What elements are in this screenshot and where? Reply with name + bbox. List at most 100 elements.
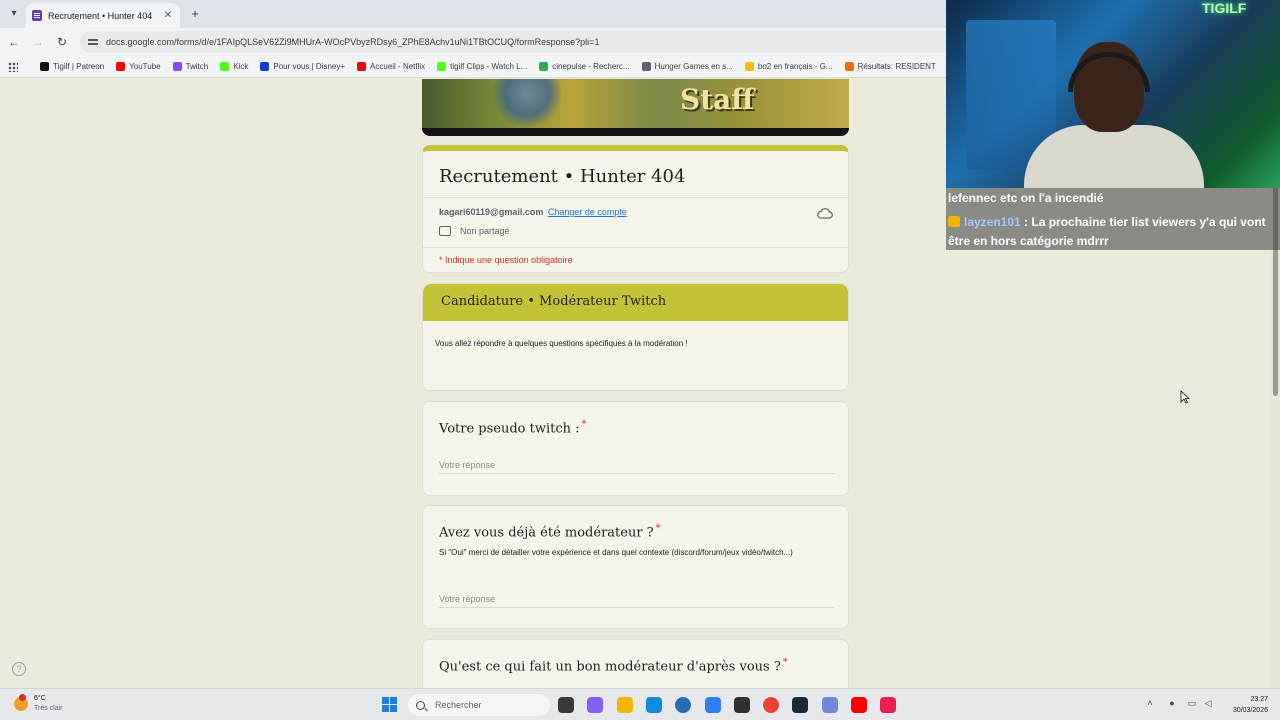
switch-account-link[interactable]: Changer de compte — [548, 207, 627, 217]
answer-input-twitch-name[interactable] — [439, 456, 834, 474]
section-title: Candidature • Modérateur Twitch — [441, 294, 667, 309]
vscode-app-icon[interactable] — [704, 697, 721, 713]
bookmark-favicon-icon — [539, 62, 549, 71]
streamer-figure — [1024, 30, 1204, 188]
search-icon — [416, 700, 425, 710]
edge-app-icon[interactable] — [645, 697, 662, 713]
steam-app-icon[interactable] — [792, 697, 809, 713]
back-arrow-icon[interactable]: ← — [6, 34, 22, 50]
bookmark-item[interactable]: Accueil - Netflix — [357, 62, 425, 71]
weather-icon — [14, 694, 28, 711]
bookmark-favicon-icon — [844, 62, 854, 71]
bookmark-item[interactable]: tigilf Clips - Watch L... — [437, 62, 527, 71]
not-shared-label: Non partagé — [460, 226, 510, 236]
mouse-cursor-icon — [1180, 390, 1190, 404]
tab-search-chevron-icon[interactable]: ▾ — [6, 6, 22, 22]
question-card-good-moderator: Qu'est ce qui fait un bon modérateur d'a… — [422, 639, 849, 688]
browser-toolbar: ← → ↻ docs.google.com/forms/d/e/1FAIpQLS… — [0, 28, 946, 56]
weather-temp: 6°C — [34, 695, 46, 702]
bookmark-item[interactable]: Résultats: RESIDENT — [844, 62, 936, 71]
discord-app-icon[interactable] — [821, 697, 838, 713]
bookmark-item[interactable]: Twitch — [172, 62, 209, 71]
bookmark-label: YouTube — [129, 62, 161, 71]
close-icon[interactable]: ✕ — [162, 10, 174, 21]
browser-tabstrip: ▾ Recrutement • Hunter 404 ✕ + — [0, 0, 946, 28]
bookmark-item[interactable]: Kick — [220, 62, 248, 71]
not-shared-line: Non partagé — [439, 226, 510, 236]
folder-app-icon[interactable] — [616, 697, 633, 713]
bookmark-favicon-icon — [220, 62, 230, 71]
url-text: docs.google.com/forms/d/e/1FAIpQLSeV62Zi… — [106, 37, 600, 47]
section-card: Candidature • Modérateur Twitch Vous all… — [422, 283, 849, 391]
clock-date: 30/03/2026 — [1232, 707, 1268, 714]
weather-widget[interactable]: 6°C Très clair — [14, 694, 63, 714]
bookmark-favicon-icon — [40, 62, 49, 71]
bookmark-favicon-icon — [357, 62, 367, 71]
bookmark-label: Twitch — [185, 62, 209, 71]
taskbar-search[interactable]: Rechercher — [408, 694, 550, 716]
forward-arrow-icon[interactable]: → — [30, 34, 46, 50]
divider — [423, 247, 848, 248]
bookmark-label: bo2 en français - G... — [757, 62, 833, 71]
copilot-app-icon[interactable] — [587, 697, 604, 713]
cloud-saved-icon — [817, 208, 833, 219]
bookmark-item[interactable]: YouTube — [116, 62, 161, 71]
site-info-icon[interactable] — [88, 37, 98, 47]
required-note: * Indique une question obligatoire — [439, 255, 573, 265]
file-explorer-app-icon[interactable] — [558, 697, 574, 713]
bookmark-item[interactable]: Tigilf | Patreon — [40, 62, 104, 71]
reload-icon[interactable]: ↻ — [54, 34, 70, 50]
form-header-banner: Staff — [422, 79, 849, 136]
taskbar-search-placeholder: Rechercher — [435, 700, 482, 710]
bookmark-label: tigilf Clips - Watch L... — [450, 62, 528, 71]
answer-input-experience[interactable] — [439, 590, 834, 608]
not-shared-icon — [439, 226, 451, 236]
google-forms-icon — [32, 10, 42, 21]
bookmark-item[interactable]: Hunger Games en s... — [641, 62, 733, 71]
weather-condition: Très clair — [34, 705, 63, 712]
required-asterisk: * — [782, 657, 788, 668]
required-asterisk: * — [655, 523, 661, 534]
chat-username: layzen101 — [964, 215, 1021, 229]
bookmark-favicon-icon — [172, 62, 182, 71]
streamer-body — [1024, 125, 1204, 188]
webcam-overlay: TIGILF — [946, 0, 1280, 188]
question-card-moderator-experience: Avez vous déjà été modérateur ? * Si "Oui… — [422, 505, 849, 629]
bookmark-label: Hunger Games en s... — [654, 62, 733, 71]
bookmark-item[interactable]: bo2 en français - G... — [744, 62, 833, 71]
network-icon[interactable]: ▭ — [1186, 698, 1198, 709]
chevron-up-icon[interactable]: ˄ — [1144, 698, 1156, 708]
volume-icon[interactable]: ◁ — [1202, 698, 1214, 709]
tiktok-app-icon[interactable] — [880, 697, 897, 713]
address-bar[interactable]: docs.google.com/forms/d/e/1FAIpQLSeV62Zi… — [80, 31, 946, 53]
section-description: Vous allez répondre à quelques questions… — [435, 339, 688, 348]
bookmark-item[interactable]: Pour vous | Disney+ — [260, 62, 345, 71]
bookmark-label: Accueil - Netflix — [370, 62, 426, 71]
tab-active[interactable]: Recrutement • Hunter 404 ✕ — [26, 3, 180, 28]
bookmark-item[interactable]: cinepulse - Recherc... — [539, 62, 630, 71]
windows-taskbar: 6°C Très clair Rechercher ˄ ● ▭ ◁ 23:27 … — [0, 688, 1280, 720]
bookmark-label: Résultats: RESIDENT — [857, 62, 936, 71]
neon-sign: TIGILF — [1202, 0, 1247, 16]
microphone-icon[interactable]: ● — [1166, 698, 1178, 708]
obs-app-icon[interactable] — [733, 697, 750, 713]
chat-badge-icon — [948, 216, 960, 227]
bookmark-favicon-icon — [260, 62, 270, 71]
help-icon[interactable]: ? — [12, 662, 26, 676]
bookmark-favicon-icon — [437, 62, 447, 71]
start-button[interactable] — [382, 697, 397, 712]
chat-message: layzen101 : La prochaine tier list viewe… — [948, 213, 1278, 251]
new-tab-button[interactable]: + — [188, 6, 202, 22]
required-asterisk: * — [581, 419, 587, 430]
bookmark-label: Kick — [233, 62, 249, 71]
store-app-icon[interactable] — [675, 697, 692, 713]
question-title: Qu'est ce qui fait un bon modérateur d'a… — [439, 657, 788, 675]
bookmark-label: Tigilf | Patreon — [53, 62, 105, 71]
account-line: kagari60119@gmail.com Changer de compte — [439, 207, 627, 217]
bookmark-label: cinepulse - Recherc... — [552, 62, 630, 71]
system-clock[interactable]: 23:27 30/03/2026 — [1222, 694, 1268, 716]
banner-artwork — [492, 79, 562, 129]
apps-grid-icon[interactable] — [8, 61, 18, 72]
chrome-app-icon[interactable] — [763, 697, 780, 713]
youtube-app-icon[interactable] — [851, 697, 867, 713]
